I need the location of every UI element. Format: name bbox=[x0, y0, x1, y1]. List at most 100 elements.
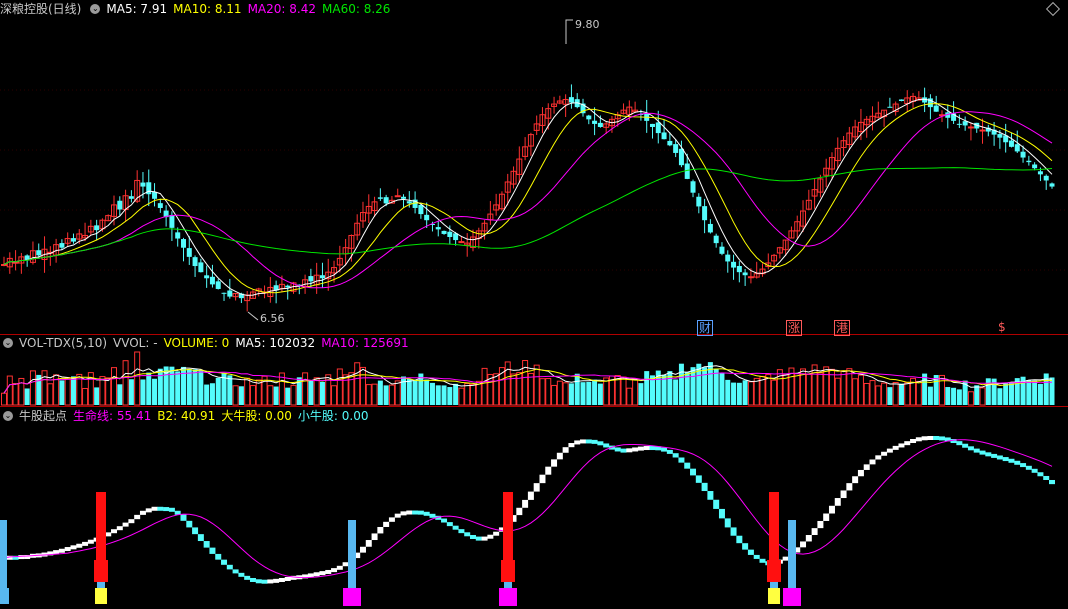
volume-bar-up bbox=[354, 362, 361, 406]
candle-body-down bbox=[401, 196, 407, 199]
volume-bar-down bbox=[644, 371, 650, 405]
volume-bar-up bbox=[99, 376, 106, 406]
step-up-block bbox=[875, 455, 882, 460]
volume-bar-up bbox=[852, 378, 859, 406]
candle-body-down bbox=[667, 140, 673, 146]
volume-bar-up bbox=[834, 377, 841, 406]
event-marker-hk[interactable]: 港 bbox=[834, 320, 851, 336]
step-down-block bbox=[1043, 475, 1050, 480]
candle-body-down bbox=[1037, 171, 1043, 175]
step-up-block bbox=[383, 521, 390, 527]
step-down-block bbox=[759, 558, 766, 563]
candle-body-down bbox=[1020, 151, 1026, 158]
volume-bar-down bbox=[731, 382, 737, 405]
step-up-block bbox=[278, 577, 285, 582]
red-signal-block bbox=[501, 560, 515, 582]
volume-bar-up bbox=[493, 373, 500, 406]
red-signal-block bbox=[94, 560, 108, 582]
collapse-icon[interactable]: ⌄ bbox=[90, 4, 101, 14]
ma60-line bbox=[3, 167, 1053, 265]
step-up-block bbox=[313, 572, 320, 577]
collapse-icon[interactable]: ⌄ bbox=[3, 338, 13, 348]
step-up-block bbox=[782, 556, 789, 561]
volume-header: ⌄ VOL-TDX(5,10) VVOL: - VOLUME: 0 MA5: 1… bbox=[0, 335, 415, 351]
ind-title: 牛股起点 bbox=[19, 409, 68, 423]
step-down-block bbox=[597, 441, 604, 446]
candle-body-down bbox=[424, 214, 430, 221]
step-up-block bbox=[400, 511, 407, 516]
step-up-block bbox=[82, 541, 89, 546]
volume-bar-up bbox=[857, 374, 864, 406]
high-pointer bbox=[565, 19, 573, 44]
event-marker-dollar[interactable]: $ bbox=[998, 320, 1006, 334]
step-down-block bbox=[429, 513, 436, 518]
step-up-block bbox=[533, 483, 540, 492]
volume-bar-down bbox=[945, 387, 951, 405]
volume-bar-down bbox=[898, 383, 904, 405]
main-chart-header: 深粮控股(日线) ⌄ MA5: 7.91 MA10: 8.11 MA20: 8.… bbox=[0, 1, 396, 17]
candle-body-down bbox=[719, 246, 725, 254]
step-up-block bbox=[267, 579, 274, 584]
step-down-block bbox=[249, 577, 256, 582]
step-up-block bbox=[910, 439, 917, 444]
step-down-block bbox=[1002, 457, 1009, 462]
step-down-block bbox=[666, 449, 673, 454]
step-up-block bbox=[834, 498, 841, 506]
step-up-block bbox=[643, 446, 650, 451]
volume-bar-up bbox=[313, 377, 320, 406]
volume-bar-up bbox=[771, 379, 778, 406]
step-down-block bbox=[464, 532, 471, 537]
step-down-block bbox=[221, 559, 228, 565]
volume-bar-down bbox=[377, 380, 383, 405]
volume-bar-up bbox=[29, 370, 36, 406]
step-up-block bbox=[481, 536, 488, 541]
volume-bar-down bbox=[319, 381, 325, 405]
step-up-block bbox=[568, 443, 575, 448]
step-down-block bbox=[180, 514, 187, 521]
red-signal-block bbox=[767, 560, 781, 582]
volume-bar-up bbox=[979, 387, 986, 406]
candle-body-down bbox=[36, 250, 42, 256]
volume-bar-up bbox=[823, 366, 830, 406]
vol-ma10-legend: MA10: 125691 bbox=[321, 336, 409, 350]
step-down-block bbox=[209, 547, 216, 554]
volume-bar-down bbox=[192, 369, 198, 405]
signal-base bbox=[0, 588, 9, 604]
candle-body-down bbox=[649, 123, 655, 127]
volume-bar-down bbox=[157, 368, 163, 405]
volume-bar-up bbox=[632, 378, 639, 406]
volume-bar-up bbox=[504, 361, 511, 406]
step-down-block bbox=[452, 525, 459, 530]
volume-bar-down bbox=[713, 368, 719, 405]
step-up-block bbox=[800, 541, 807, 548]
event-marker-limitup[interactable]: 涨 bbox=[786, 320, 803, 336]
step-up-block bbox=[58, 548, 65, 553]
candle-body-down bbox=[592, 120, 598, 124]
volume-bar-down bbox=[586, 381, 592, 405]
step-down-block bbox=[718, 508, 725, 519]
step-down-block bbox=[475, 536, 482, 541]
candle-body-down bbox=[175, 232, 181, 239]
step-down-block bbox=[747, 549, 754, 555]
volume-bar-up bbox=[805, 373, 812, 406]
volume-bar-down bbox=[180, 366, 186, 405]
step-up-block bbox=[151, 506, 158, 511]
step-up-block bbox=[139, 510, 146, 515]
step-down-block bbox=[591, 439, 598, 444]
step-down-block bbox=[620, 448, 627, 453]
event-marker-finance[interactable]: 财 bbox=[697, 320, 714, 336]
candle-body-down bbox=[308, 276, 314, 282]
step-up-block bbox=[632, 447, 639, 452]
volume-bar-down bbox=[1003, 382, 1009, 405]
step-down-block bbox=[661, 447, 668, 452]
b2-legend: B2: 40.91 bbox=[157, 409, 216, 423]
step-up-block bbox=[64, 547, 71, 552]
collapse-icon[interactable]: ⌄ bbox=[3, 411, 13, 421]
step-down-block bbox=[938, 436, 945, 441]
volume-bar-down bbox=[1049, 377, 1055, 405]
step-down-block bbox=[1025, 465, 1032, 470]
candle-body-down bbox=[898, 99, 904, 101]
volume-bar-down bbox=[401, 376, 407, 405]
red-signal-column bbox=[503, 492, 513, 562]
signal-base bbox=[768, 588, 780, 604]
